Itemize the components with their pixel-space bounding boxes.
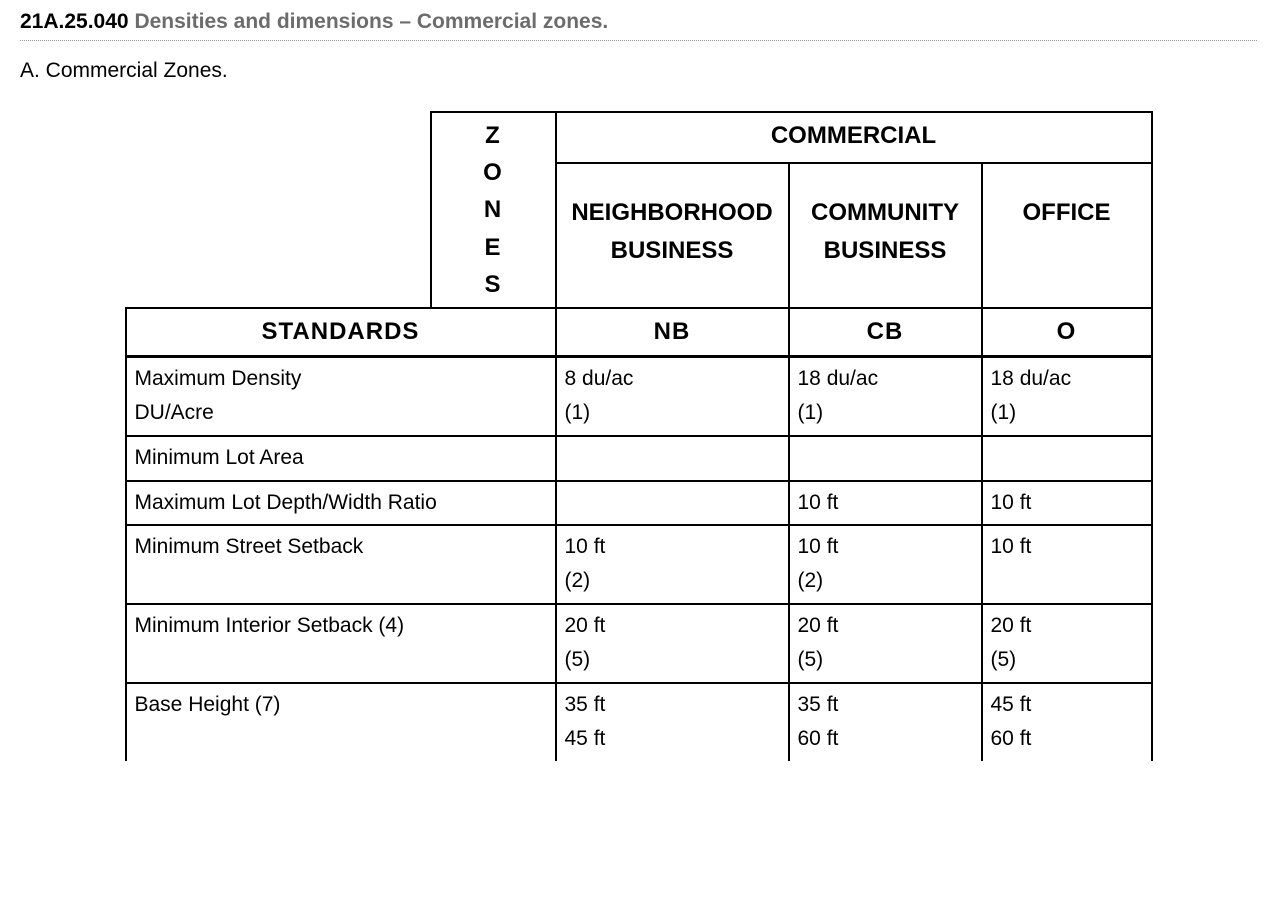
cell-nb: 10 ft(2) (556, 525, 789, 604)
table-row: Maximum DensityDU/Acre 8 du/ac(1) 18 du/… (126, 357, 1152, 436)
commercial-header: COMMERCIAL (556, 112, 1152, 163)
col-nb-long: NEIGHBORHOOD BUSINESS (556, 163, 789, 308)
cell-o: 18 du/ac(1) (982, 357, 1152, 436)
cell-o: 20 ft(5) (982, 604, 1152, 683)
col-o-short: O (982, 308, 1152, 357)
table-body: Maximum DensityDU/Acre 8 du/ac(1) 18 du/… (126, 357, 1152, 761)
cell-o: 10 ft (982, 481, 1152, 526)
row-label: Maximum DensityDU/Acre (126, 357, 556, 436)
cell-cb (789, 436, 982, 481)
zones-vertical-header: Z O N E S (431, 112, 556, 308)
cell-cb: 35 ft60 ft (789, 683, 982, 761)
table-row: Minimum Street Setback 10 ft(2) 10 ft(2)… (126, 525, 1152, 604)
table-row: Base Height (7) 35 ft45 ft 35 ft60 ft 45… (126, 683, 1152, 761)
standards-header: STANDARDS (126, 308, 556, 357)
table-row: Minimum Lot Area (126, 436, 1152, 481)
cell-cb: 18 du/ac(1) (789, 357, 982, 436)
cell-cb: 10 ft(2) (789, 525, 982, 604)
row-label: Base Height (7) (126, 683, 556, 761)
table-row: Minimum Interior Setback (4) 20 ft(5) 20… (126, 604, 1152, 683)
col-o-long: OFFICE (982, 163, 1152, 308)
cell-nb: 20 ft(5) (556, 604, 789, 683)
col-cb-short: CB (789, 308, 982, 357)
commercial-zones-table: Z O N E S COMMERCIAL NEIGHBORHOOD BUSINE… (125, 111, 1153, 761)
cell-nb: 35 ft45 ft (556, 683, 789, 761)
cell-cb: 20 ft(5) (789, 604, 982, 683)
table-row: Maximum Lot Depth/Width Ratio 10 ft 10 f… (126, 481, 1152, 526)
col-nb-short: NB (556, 308, 789, 357)
heading-code: 21A.25.040 (20, 10, 129, 33)
cell-nb (556, 481, 789, 526)
subsection-a: A. Commercial Zones. (20, 59, 1257, 83)
row-label: Minimum Interior Setback (4) (126, 604, 556, 683)
spacer (126, 163, 431, 308)
spacer (126, 112, 431, 163)
row-label: Minimum Lot Area (126, 436, 556, 481)
row-label: Maximum Lot Depth/Width Ratio (126, 481, 556, 526)
section-heading: 21A.25.040 Densities and dimensions – Co… (20, 10, 1257, 41)
cell-cb: 10 ft (789, 481, 982, 526)
cell-nb (556, 436, 789, 481)
row-label: Minimum Street Setback (126, 525, 556, 604)
cell-o: 45 ft60 ft (982, 683, 1152, 761)
cell-o: 10 ft (982, 525, 1152, 604)
heading-title: Densities and dimensions – Commercial zo… (134, 10, 608, 33)
col-cb-long: COMMUNITY BUSINESS (789, 163, 982, 308)
cell-o (982, 436, 1152, 481)
cell-nb: 8 du/ac(1) (556, 357, 789, 436)
